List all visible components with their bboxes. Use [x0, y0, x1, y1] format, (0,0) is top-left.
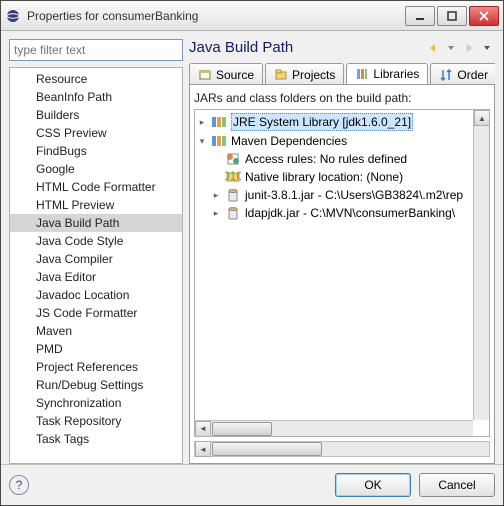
nav-item[interactable]: HTML Preview	[10, 196, 182, 214]
button-bar: ? OK Cancel	[1, 464, 503, 505]
horizontal-scrollbar[interactable]: ◄	[195, 420, 473, 436]
category-tree[interactable]: ResourceBeanInfo PathBuildersCSS Preview…	[9, 67, 183, 464]
native-icon: 010	[225, 169, 241, 185]
jar-icon	[225, 187, 241, 203]
ok-button[interactable]: OK	[335, 473, 411, 497]
nav-item[interactable]: JS Code Formatter	[10, 304, 182, 322]
svg-text:010: 010	[225, 169, 241, 183]
library-icon	[211, 133, 227, 149]
tree-node-label: JRE System Library [jdk1.6.0_21]	[231, 113, 413, 131]
libraries-icon	[355, 67, 369, 81]
back-icon[interactable]	[425, 40, 441, 56]
projects-icon	[274, 68, 288, 82]
scroll-thumb[interactable]	[212, 442, 322, 456]
nav-item[interactable]: Google	[10, 160, 182, 178]
window-title: Properties for consumerBanking	[27, 9, 403, 23]
expand-icon[interactable]: ▸	[197, 114, 207, 130]
order-icon	[439, 68, 453, 82]
nav-item[interactable]: Resource	[10, 70, 182, 88]
tree-node[interactable]: ▸ junit-3.8.1.jar - C:\Users\GB3824\.m2\r…	[197, 186, 471, 204]
properties-dialog: Properties for consumerBanking ResourceB…	[0, 0, 504, 506]
nav-item[interactable]: Javadoc Location	[10, 286, 182, 304]
nav-item[interactable]: Run/Debug Settings	[10, 376, 182, 394]
outer-horizontal-scrollbar[interactable]: ◄	[194, 441, 490, 457]
source-icon	[198, 68, 212, 82]
tree-node[interactable]: ▸ ldapjdk.jar - C:\MVN\consumerBanking\	[197, 204, 471, 222]
description-label: JARs and class folders on the build path…	[194, 91, 490, 105]
rules-icon	[225, 151, 241, 167]
forward-menu-icon[interactable]	[479, 40, 495, 56]
tree-node[interactable]: 010 Native library location: (None)	[197, 168, 471, 186]
tree-node[interactable]: ▸ JRE System Library [jdk1.6.0_21]	[197, 112, 471, 132]
nav-item[interactable]: Task Repository	[10, 412, 182, 430]
nav-item[interactable]: Builders	[10, 106, 182, 124]
tree-node-label: Native library location: (None)	[245, 169, 403, 185]
expand-icon[interactable]: ▸	[211, 187, 221, 203]
jar-icon	[225, 205, 241, 221]
nav-item[interactable]: Synchronization	[10, 394, 182, 412]
tab-order[interactable]: Order	[430, 63, 495, 85]
nav-item[interactable]: Java Compiler	[10, 250, 182, 268]
filter-input[interactable]	[9, 39, 183, 61]
nav-item[interactable]: Maven	[10, 322, 182, 340]
right-panel: Java Build Path SourceProjectsLibrariesO…	[189, 39, 495, 464]
minimize-button[interactable]	[405, 6, 435, 26]
nav-item[interactable]: Task Tags	[10, 430, 182, 448]
nav-item[interactable]: BeanInfo Path	[10, 88, 182, 106]
forward-icon	[461, 40, 477, 56]
back-menu-icon[interactable]	[443, 40, 459, 56]
scroll-thumb[interactable]	[212, 422, 272, 436]
tab-source[interactable]: Source	[189, 63, 263, 85]
nav-item[interactable]: CSS Preview	[10, 124, 182, 142]
cancel-button[interactable]: Cancel	[419, 473, 495, 497]
classpath-tree-container: ▸ JRE System Library [jdk1.6.0_21] ▾ Maven …	[194, 109, 490, 437]
tree-node[interactable]: ▾ Maven Dependencies	[197, 132, 471, 150]
scroll-up-icon[interactable]: ▲	[474, 110, 490, 126]
left-panel: ResourceBeanInfo PathBuildersCSS Preview…	[9, 39, 183, 464]
close-button[interactable]	[469, 6, 499, 26]
maximize-button[interactable]	[437, 6, 467, 26]
nav-item[interactable]: Java Editor	[10, 268, 182, 286]
expand-icon[interactable]: ▸	[211, 205, 221, 221]
vertical-scrollbar[interactable]: ▲	[473, 110, 489, 420]
nav-item[interactable]: Project References	[10, 358, 182, 376]
nav-item[interactable]: FindBugs	[10, 142, 182, 160]
library-icon	[211, 114, 227, 130]
expand-icon[interactable]: ▾	[197, 133, 207, 149]
nav-item[interactable]: HTML Code Formatter	[10, 178, 182, 196]
page-title: Java Build Path	[189, 39, 423, 56]
tab-libraries[interactable]: Libraries	[346, 63, 428, 85]
tree-node-label: Access rules: No rules defined	[245, 151, 407, 167]
scroll-left-icon[interactable]: ◄	[195, 421, 211, 437]
nav-item[interactable]: Java Code Style	[10, 232, 182, 250]
nav-item[interactable]: Java Build Path	[10, 214, 182, 232]
eclipse-icon	[5, 8, 21, 24]
tree-node[interactable]: Access rules: No rules defined	[197, 150, 471, 168]
scroll-left-icon[interactable]: ◄	[195, 441, 211, 457]
tab-projects[interactable]: Projects	[265, 63, 344, 85]
titlebar[interactable]: Properties for consumerBanking	[1, 1, 503, 31]
tree-node-label: junit-3.8.1.jar - C:\Users\GB3824\.m2\re…	[245, 187, 463, 203]
tab-bar: SourceProjectsLibrariesOrder	[189, 62, 495, 85]
libraries-tab-body: JARs and class folders on the build path…	[189, 85, 495, 464]
classpath-tree[interactable]: ▸ JRE System Library [jdk1.6.0_21] ▾ Maven …	[195, 110, 473, 420]
tree-node-label: Maven Dependencies	[231, 133, 347, 149]
tree-node-label: ldapjdk.jar - C:\MVN\consumerBanking\	[245, 205, 455, 221]
nav-item[interactable]: PMD	[10, 340, 182, 358]
help-icon[interactable]: ?	[9, 475, 29, 495]
